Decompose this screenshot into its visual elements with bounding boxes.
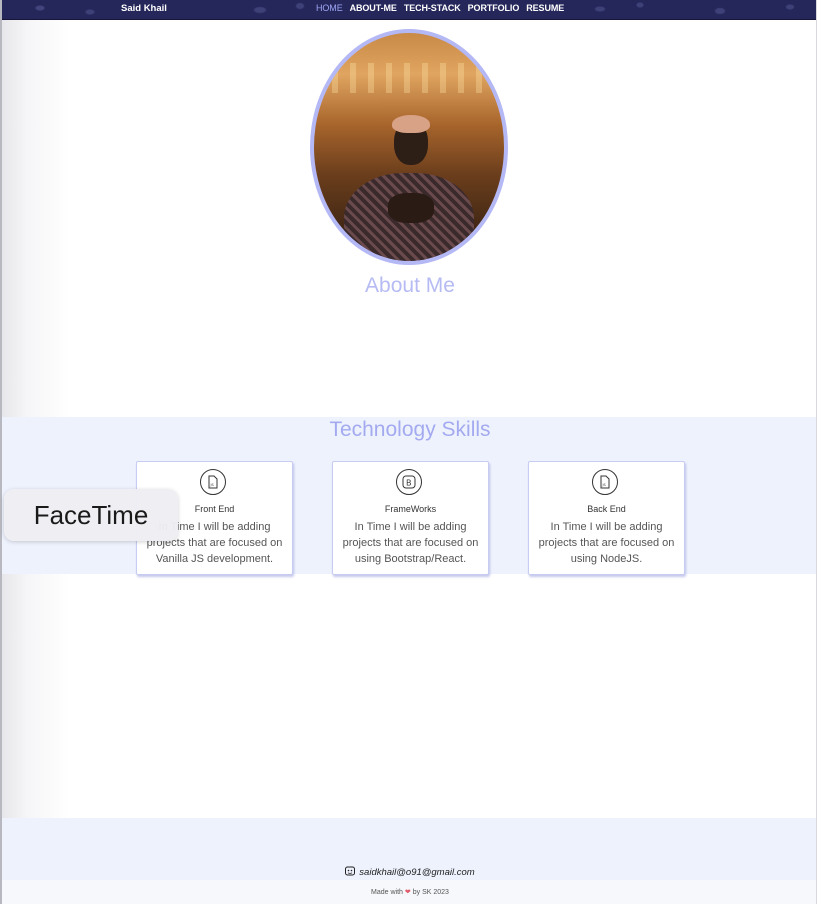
email-link[interactable]: saidkhail@o91@gmail.com [359, 867, 474, 878]
svg-text:B: B [406, 479, 412, 488]
svg-text:JS: JS [210, 483, 215, 487]
skill-card-frameworks: B FrameWorks In Time I will be adding pr… [332, 461, 489, 575]
skill-card-back-end: JS Back End In Time I will be adding pro… [528, 461, 685, 575]
nav-links: HOME ABOUT-ME TECH-STACK PORTFOLIO RESUM… [316, 3, 564, 13]
navbar: Said Khail HOME ABOUT-ME TECH-STACK PORT… [0, 0, 820, 20]
email-icon [345, 866, 356, 879]
skill-card-text: In Time I will be adding projects that a… [538, 521, 675, 565]
window-left-border [0, 0, 2, 904]
heart-icon: ❤ [404, 889, 411, 896]
skill-card-title: FrameWorks [384, 504, 437, 514]
svg-text:JS: JS [602, 483, 607, 487]
made-with-label: Made with [371, 889, 403, 896]
facetime-notification[interactable]: FaceTime [4, 489, 178, 541]
author-year: by SK 2023 [412, 889, 449, 896]
contact-line: saidkhail@o91@gmail.com [0, 866, 820, 879]
nav-resume[interactable]: RESUME [526, 3, 564, 13]
photo-background-lights [314, 63, 504, 93]
bootstrap-icon: B [396, 469, 422, 495]
photo-person-hair [392, 115, 430, 133]
scrollbar-track[interactable] [816, 0, 820, 904]
nav-home[interactable]: HOME [316, 3, 343, 13]
profile-photo [314, 33, 504, 261]
copyright-text: Made with ❤ by SK 2023 [0, 888, 820, 896]
about-me-heading: About Me [365, 274, 455, 297]
photo-person-hands [388, 193, 434, 223]
brand-name[interactable]: Said Khail [121, 3, 167, 14]
skills-heading: Technology Skills [329, 418, 491, 441]
profile-photo-frame [310, 29, 508, 265]
nav-about-me[interactable]: ABOUT-ME [350, 3, 397, 13]
js-file-icon: JS [592, 469, 618, 495]
skill-card-text: In Time I will be adding projects that a… [342, 521, 479, 565]
nav-tech-stack[interactable]: TECH-STACK [404, 3, 461, 13]
skill-card-title: Back End [587, 504, 626, 514]
js-file-icon: JS [200, 469, 226, 495]
nav-portfolio[interactable]: PORTFOLIO [468, 3, 520, 13]
